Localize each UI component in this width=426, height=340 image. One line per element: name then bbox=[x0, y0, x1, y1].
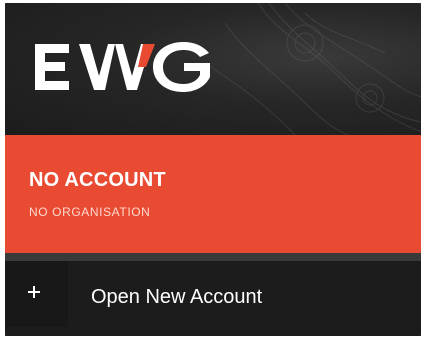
menu-item-label: Open New Account bbox=[91, 286, 263, 308]
plus-icon bbox=[28, 286, 40, 298]
account-summary bbox=[5, 135, 421, 253]
open-new-account-menu-item[interactable]: Open New Account bbox=[5, 261, 421, 336]
menu-icon-cell bbox=[5, 261, 68, 327]
organisation-label: NO ORGANISATION bbox=[29, 205, 151, 219]
account-title: NO ACCOUNT bbox=[29, 169, 166, 191]
account-panel: NO ACCOUNT NO ORGANISATION Open New Acco… bbox=[5, 3, 421, 336]
ewg-logo bbox=[35, 42, 210, 92]
header bbox=[5, 3, 421, 135]
divider bbox=[5, 253, 421, 261]
